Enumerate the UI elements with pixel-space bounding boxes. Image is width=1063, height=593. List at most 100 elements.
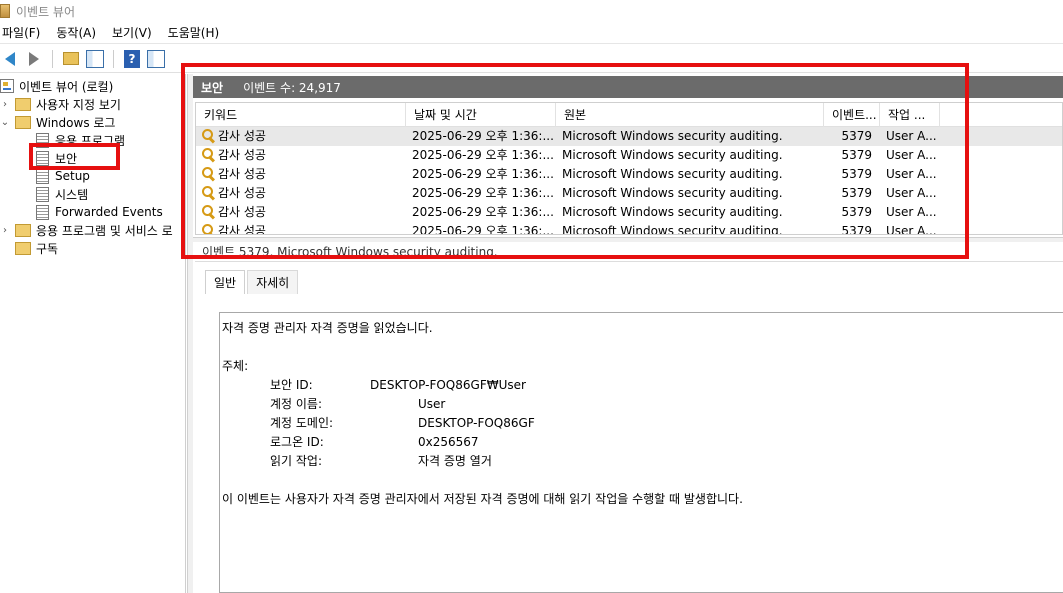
cell-event-id: 5379 [841, 148, 872, 162]
menu-view[interactable]: 보기(V) [110, 24, 160, 41]
cell-date: 2025-06-29 오후 1:36:... [412, 148, 554, 162]
table-row[interactable]: 감사 성공 2025-06-29 오후 1:36:... Microsoft Win… [196, 184, 1062, 203]
tree-item-subscriptions[interactable]: 구독 [15, 239, 58, 257]
log-header: 보안 이벤트 수: 24,917 [193, 76, 1063, 98]
cell-task: User A... [886, 129, 937, 143]
event-viewer-icon [0, 79, 14, 93]
folder-icon [15, 97, 31, 111]
forward-button[interactable] [24, 49, 44, 69]
field-label: 보안 ID: [270, 378, 313, 392]
field-value: DESKTOP-FOQ86GF₩User [370, 378, 526, 392]
tree-item-custom-views[interactable]: › 사용자 지정 보기 [0, 95, 121, 113]
folder-icon [15, 115, 31, 129]
cell-source: Microsoft Windows security auditing. [562, 129, 783, 143]
cell-task: User A... [886, 186, 937, 200]
cell-keyword: 감사 성공 [196, 184, 406, 203]
chevron-right-icon[interactable]: › [0, 99, 10, 110]
title-bar: 이벤트 뷰어 [0, 0, 1063, 22]
field-value: User [418, 397, 446, 411]
toolbar-separator [113, 49, 114, 68]
help-button[interactable]: ? [122, 49, 142, 69]
log-icon [36, 150, 49, 166]
tree-item-forwarded-events[interactable]: Forwarded Events [36, 203, 163, 221]
cell-event-id: 5379 [841, 205, 872, 219]
tree-item-system-log[interactable]: 시스템 [36, 185, 88, 203]
key-icon [202, 186, 216, 200]
table-row[interactable]: 감사 성공 2025-06-29 오후 1:36:... Microsoft Win… [196, 127, 1062, 146]
cell-task: User A... [886, 148, 937, 162]
key-icon [202, 205, 216, 219]
subject-label: 주체: [222, 359, 249, 373]
cell-source: Microsoft Windows security auditing. [562, 205, 783, 219]
field-value: 자격 증명 열거 [418, 454, 492, 468]
up-folder-icon [63, 52, 79, 65]
menu-help[interactable]: 도움말(H) [166, 24, 228, 41]
show-hide-console-tree-icon [86, 49, 104, 68]
menu-file[interactable]: 파일(F) [0, 24, 48, 41]
action-pane-button[interactable] [146, 49, 166, 69]
tree-item-security-log[interactable]: 보안 [36, 149, 77, 167]
tree-item-setup-log[interactable]: Setup [36, 167, 90, 185]
cell-event-id: 5379 [841, 186, 872, 200]
forward-arrow-icon [29, 51, 39, 66]
tree-item-apps-services[interactable]: › 응용 프로그램 및 서비스 로 [0, 221, 173, 239]
table-row[interactable]: 감사 성공 2025-06-29 오후 1:36:... Microsoft Win… [196, 203, 1062, 222]
menu-action[interactable]: 동작(A) [54, 24, 104, 41]
folder-icon [15, 223, 31, 237]
column-keyword[interactable]: 키워드 [196, 103, 406, 127]
cell-date: 2025-06-29 오후 1:36:... [412, 186, 554, 200]
tree-item-application-log[interactable]: 응용 프로그램 [36, 131, 125, 149]
back-button[interactable] [0, 49, 20, 69]
log-name: 보안 [201, 80, 224, 95]
cell-keyword: 감사 성공 [196, 203, 406, 222]
cell-source: Microsoft Windows security auditing. [562, 148, 783, 162]
cell-keyword: 감사 성공 [196, 127, 406, 146]
up-folder-button[interactable] [61, 49, 81, 69]
column-headers: 키워드 날짜 및 시간 원본 이벤트... 작업 ... [196, 103, 1062, 127]
subscriptions-icon [15, 241, 31, 255]
field-label: 계정 도메인: [270, 416, 334, 430]
event-viewer-app-icon [0, 4, 10, 18]
chevron-down-icon[interactable]: ⌄ [0, 117, 10, 128]
log-icon [36, 132, 49, 148]
event-list: 키워드 날짜 및 시간 원본 이벤트... 작업 ... 감사 성공 2025-0… [195, 102, 1063, 235]
show-hide-tree-button[interactable] [85, 49, 105, 69]
table-row[interactable]: 감사 성공 2025-06-29 오후 1:36:... Microsoft Win… [196, 165, 1062, 184]
cell-date: 2025-06-29 오후 1:36:... [412, 205, 554, 219]
toolbar: ? [0, 45, 1063, 73]
table-row[interactable]: 감사 성공 2025-06-29 오후 1:36:... Microsoft Win… [196, 222, 1062, 235]
tab-general[interactable]: 일반 [205, 270, 246, 294]
cell-date: 2025-06-29 오후 1:36:... [412, 224, 554, 235]
detail-field: 계정 도메인: DESKTOP-FOQ86GF [222, 414, 1063, 433]
cell-source: Microsoft Windows security auditing. [562, 224, 783, 235]
log-icon [36, 204, 49, 220]
cell-task: User A... [886, 224, 937, 235]
table-row[interactable]: 감사 성공 2025-06-29 오후 1:36:... Microsoft Win… [196, 146, 1062, 165]
detail-field: 읽기 작업: 자격 증명 열거 [222, 452, 1063, 471]
cell-source: Microsoft Windows security auditing. [562, 167, 783, 181]
cell-event-id: 5379 [841, 167, 872, 181]
key-icon [202, 148, 216, 162]
key-icon [202, 167, 216, 181]
event-count: 이벤트 수: 24,917 [243, 80, 341, 95]
description-summary: 자격 증명 관리자 자격 증명을 읽었습니다. [222, 321, 433, 335]
detail-tabs: 일반 자세히 [205, 270, 300, 294]
tree-item-windows-logs[interactable]: ⌄ Windows 로그 [0, 113, 115, 131]
column-date[interactable]: 날짜 및 시간 [406, 103, 556, 127]
window-title: 이벤트 뷰어 [16, 4, 76, 19]
chevron-right-icon[interactable]: › [0, 225, 10, 236]
console-tree: 이벤트 뷰어 (로컬) › 사용자 지정 보기 ⌄ Windows 로그 응용 … [0, 74, 186, 593]
field-label: 로그온 ID: [270, 435, 324, 449]
log-icon [36, 186, 49, 202]
column-task[interactable]: 작업 ... [880, 103, 940, 127]
toolbar-separator [52, 49, 53, 68]
field-label: 읽기 작업: [270, 454, 323, 468]
tree-item-root[interactable]: 이벤트 뷰어 (로컬) [0, 77, 113, 95]
cell-date: 2025-06-29 오후 1:36:... [412, 167, 554, 181]
column-event-id[interactable]: 이벤트... [824, 103, 880, 127]
back-arrow-icon [5, 51, 15, 66]
tab-details[interactable]: 자세히 [247, 270, 299, 294]
column-source[interactable]: 원본 [556, 103, 824, 127]
menu-bar: 파일(F) 동작(A) 보기(V) 도움말(H) [0, 22, 1063, 44]
field-value: DESKTOP-FOQ86GF [418, 416, 535, 430]
